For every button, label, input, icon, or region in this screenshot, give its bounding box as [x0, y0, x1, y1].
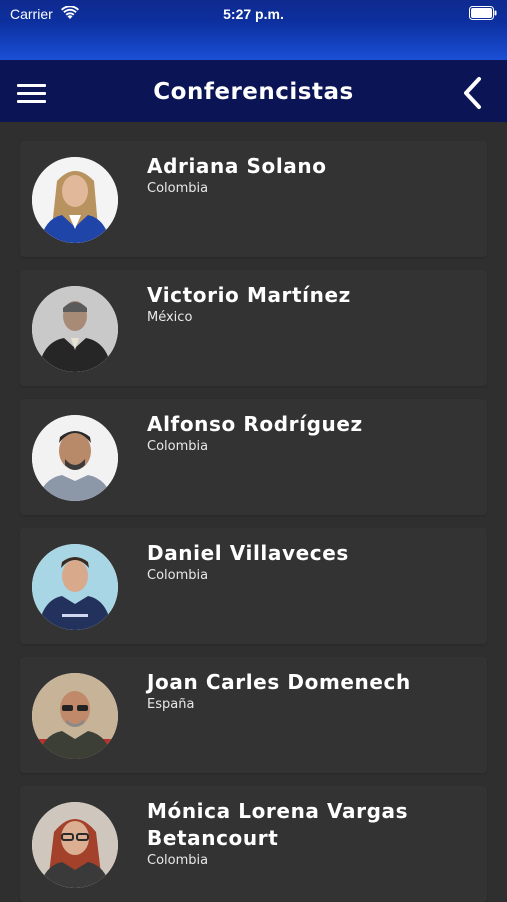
avatar	[32, 415, 118, 501]
status-time: 5:27 p.m.	[223, 6, 284, 22]
speaker-country: Colombia	[147, 568, 209, 583]
speaker-country: España	[147, 697, 195, 712]
speaker-name: Daniel Villaveces	[147, 541, 349, 565]
speaker-country: Colombia	[147, 181, 209, 196]
chevron-left-icon[interactable]	[459, 76, 485, 110]
speaker-card[interactable]: Alfonso Rodríguez Colombia	[20, 399, 487, 515]
speaker-country: Colombia	[147, 439, 209, 454]
speaker-name: Victorio Martínez	[147, 283, 351, 307]
speaker-card[interactable]: Joan Carles Domenech España	[20, 657, 487, 773]
page-title: Conferencistas	[153, 79, 354, 105]
speaker-card[interactable]: Victorio Martínez México	[20, 270, 487, 386]
avatar	[32, 802, 118, 888]
speaker-name: Adriana Solano	[147, 154, 327, 178]
avatar	[32, 673, 118, 759]
speaker-name: Joan Carles Domenech	[147, 670, 411, 694]
battery-icon	[469, 6, 497, 20]
speaker-name: Alfonso Rodríguez	[147, 412, 363, 436]
avatar	[32, 286, 118, 372]
speaker-card[interactable]: Daniel Villaveces Colombia	[20, 528, 487, 644]
avatar	[32, 157, 118, 243]
speaker-card[interactable]: Mónica Lorena Vargas Betancourt Colombia	[20, 786, 487, 902]
speaker-name: Mónica Lorena Vargas Betancourt	[147, 799, 409, 850]
status-bar: Carrier 5:27 p.m.	[0, 0, 507, 60]
speaker-card[interactable]: Adriana Solano Colombia	[20, 141, 487, 257]
avatar	[32, 544, 118, 630]
nav-bar: Conferencistas	[0, 60, 507, 122]
speaker-country: México	[147, 310, 193, 325]
speaker-country: Colombia	[147, 853, 209, 868]
